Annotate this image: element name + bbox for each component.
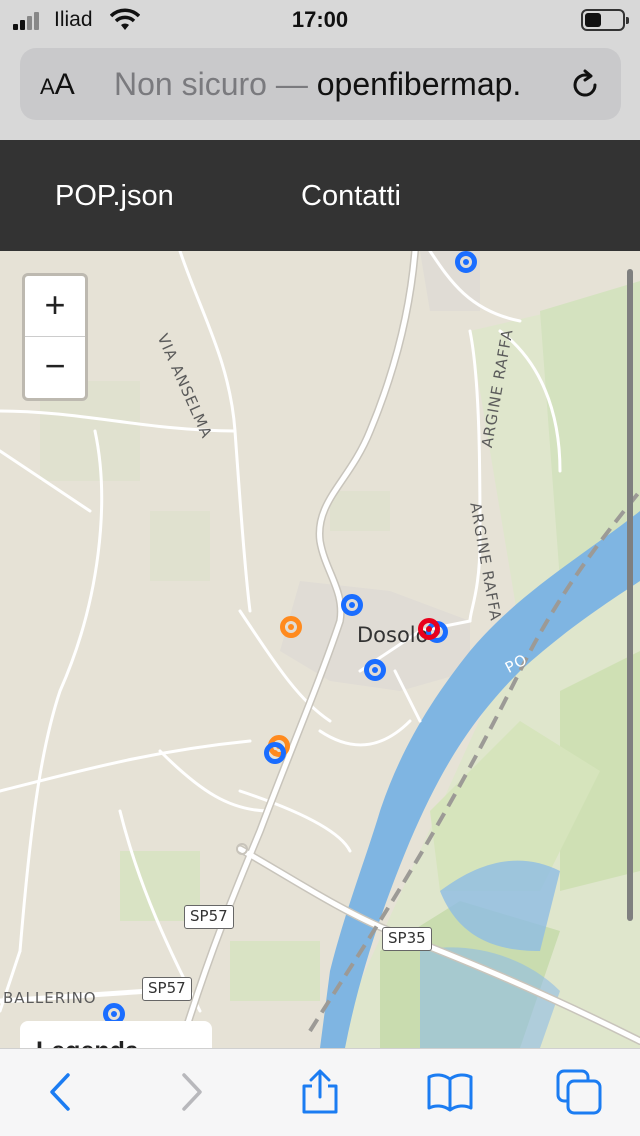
map-base-layer bbox=[0, 251, 640, 1048]
road-shield: SP57 bbox=[184, 905, 234, 929]
battery-icon bbox=[581, 9, 629, 31]
text-size-button[interactable]: AA bbox=[40, 68, 75, 102]
tabs-icon[interactable] bbox=[556, 1069, 602, 1115]
pop-marker-blue[interactable] bbox=[455, 251, 477, 273]
bookmarks-icon[interactable] bbox=[427, 1069, 473, 1115]
road-shield: SP35 bbox=[382, 927, 432, 951]
map-legend: Legenda bbox=[20, 1021, 212, 1048]
legend-title: Legenda bbox=[36, 1037, 139, 1048]
back-icon[interactable] bbox=[38, 1069, 84, 1115]
page-scrollbar[interactable] bbox=[627, 269, 633, 921]
pop-marker-orange[interactable] bbox=[280, 616, 302, 638]
address-bar[interactable]: AA Non sicuro — openfibermap. bbox=[20, 48, 621, 120]
pop-marker-red[interactable] bbox=[418, 618, 440, 640]
map-view[interactable]: VIA ANSELMA ARGINE RAFFA ARGINE RAFFA BA… bbox=[0, 251, 640, 1048]
share-icon[interactable] bbox=[297, 1069, 343, 1115]
road-shield: SP57 bbox=[142, 977, 192, 1001]
nav-link-pop-json[interactable]: POP.json bbox=[55, 180, 174, 213]
pop-marker-blue[interactable] bbox=[264, 742, 286, 764]
pop-marker-blue[interactable] bbox=[364, 659, 386, 681]
url-host: openfibermap. bbox=[316, 66, 522, 102]
pop-marker-blue[interactable] bbox=[341, 594, 363, 616]
security-warning: Non sicuro — bbox=[114, 66, 308, 102]
browser-toolbar bbox=[0, 1048, 640, 1136]
site-navbar: POP.json Contatti bbox=[0, 140, 640, 251]
zoom-control: + − bbox=[22, 273, 88, 401]
zoom-out-button[interactable]: − bbox=[25, 337, 85, 398]
browser-address-area: AA Non sicuro — openfibermap. bbox=[0, 40, 640, 140]
status-bar: Iliad 17:00 bbox=[0, 0, 640, 40]
reload-icon[interactable] bbox=[568, 68, 602, 102]
url-display[interactable]: Non sicuro — openfibermap. bbox=[114, 66, 564, 103]
clock: 17:00 bbox=[291, 7, 349, 32]
zoom-in-button[interactable]: + bbox=[25, 276, 85, 337]
forward-icon[interactable] bbox=[168, 1069, 214, 1115]
nav-link-contatti[interactable]: Contatti bbox=[301, 180, 401, 213]
road-label: BALLERINO bbox=[3, 989, 97, 1007]
